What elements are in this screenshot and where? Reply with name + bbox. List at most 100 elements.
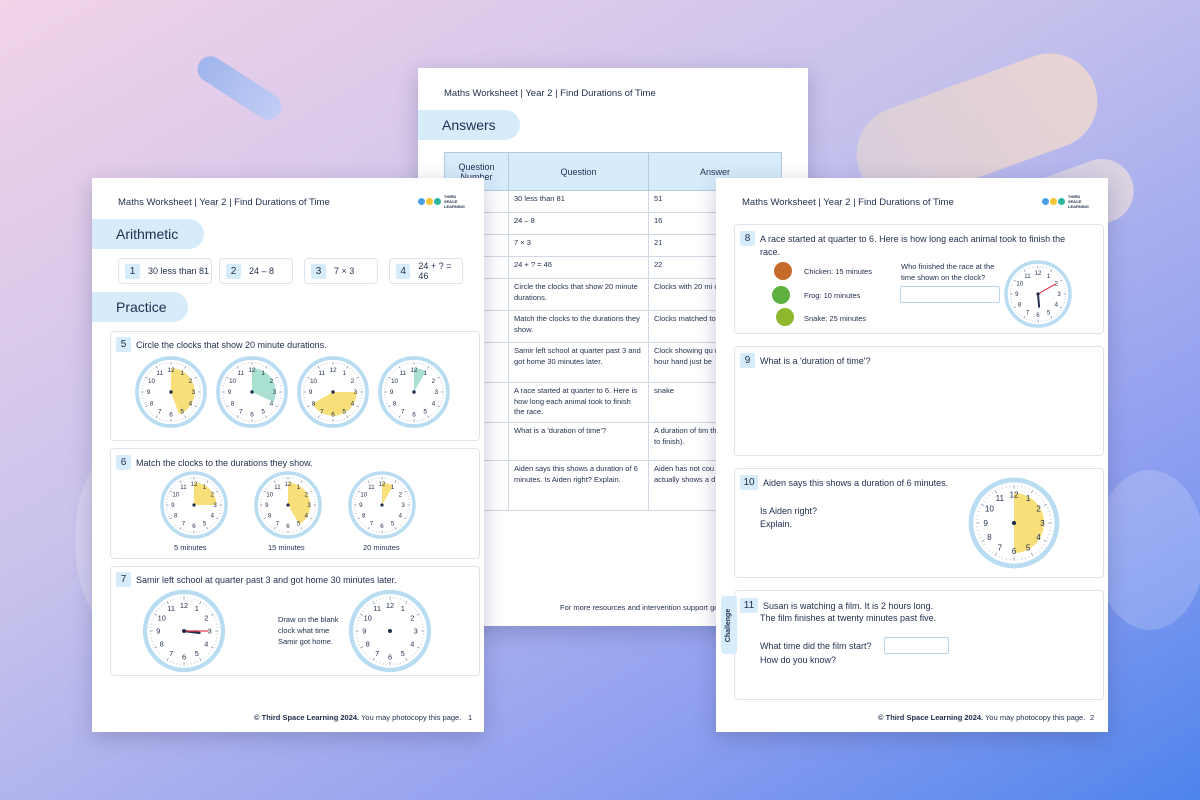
clock-number: 7 [998, 543, 1003, 552]
clock: 12 1234567891011 [378, 356, 450, 428]
clock-number: 3 [414, 627, 418, 636]
clock-number: 7 [239, 409, 243, 416]
clock: 12 1234567891011 [135, 356, 207, 428]
clock-number: 9 [362, 627, 366, 636]
sheet-header: Maths Worksheet | Year 2 | Find Duration… [444, 88, 656, 99]
table-cell: Match the clocks to the durations they s… [508, 310, 649, 343]
clock-number: 10 [360, 492, 367, 499]
clock-number: 4 [270, 400, 274, 407]
clock-centre [331, 390, 335, 394]
clock-number: 12 [410, 367, 418, 374]
clock-number: 4 [351, 400, 355, 407]
clock-number: 4 [1036, 533, 1041, 542]
clock-number: 3 [213, 502, 217, 509]
clock-number: 8 [231, 400, 235, 407]
clock-number: 10 [985, 505, 995, 514]
clock-centre [388, 629, 392, 633]
clock: 12 1234567891011 [160, 471, 228, 539]
clock-number: 2 [204, 614, 208, 623]
clock: 12 1234567891011 [1004, 260, 1072, 328]
clock-centre [286, 503, 290, 507]
clock-number: 5 [342, 409, 346, 416]
worksheet-page-2: Maths Worksheet | Year 2 | Find Duration… [716, 178, 1108, 732]
clock-centre [1011, 520, 1017, 526]
clock-number: 1 [342, 370, 346, 377]
clock-number: 1 [203, 484, 207, 491]
answers-title: Answers [418, 110, 520, 140]
clock-number: 11 [368, 484, 375, 491]
clock-number: 5 [180, 409, 184, 416]
clock-number: 7 [375, 649, 379, 658]
clock-number: 1 [1026, 494, 1031, 503]
clock-number: 2 [1036, 505, 1041, 514]
clock-number: 4 [204, 639, 208, 648]
clock-number: 10 [391, 378, 399, 385]
clock-centre [380, 503, 384, 507]
clock-number: 6 [331, 412, 335, 419]
clock-number: 5 [391, 520, 395, 527]
clock: 12 1234567891011 [348, 589, 432, 673]
clock-number: 6 [388, 652, 392, 661]
clock-number: 12 [191, 481, 198, 488]
clock-number: 1 [180, 370, 184, 377]
clock-number: 1 [391, 484, 395, 491]
clock-number: 2 [270, 378, 274, 385]
clock-number: 12 [379, 481, 386, 488]
clock-number: 2 [189, 378, 193, 385]
clock-number: 12 [180, 601, 188, 610]
clock-number: 11 [156, 370, 163, 377]
clock-number: 9 [309, 389, 313, 396]
column-header: Question [508, 152, 649, 191]
clock-number: 12 [248, 367, 256, 374]
clock-centre [1036, 292, 1040, 296]
clock-number: 5 [401, 649, 405, 658]
clock-number: 5 [1026, 543, 1031, 552]
clock-number: 5 [195, 649, 199, 658]
clock: 12 1234567891011 [216, 356, 288, 428]
clock-number: 4 [305, 513, 309, 520]
clock-number: 12 [285, 481, 292, 488]
clock-number: 3 [435, 389, 439, 396]
clock-number: 11 [274, 484, 281, 491]
clock-number: 2 [432, 378, 436, 385]
decorative-shape [192, 51, 287, 125]
clock-number: 10 [148, 378, 156, 385]
clock-number: 2 [351, 378, 355, 385]
clock-number: 2 [399, 492, 403, 499]
clock-number: 12 [167, 367, 175, 374]
clock-number: 8 [150, 400, 154, 407]
clock-number: 11 [167, 604, 175, 613]
clock-number: 5 [297, 520, 301, 527]
clock-number: 3 [1040, 519, 1045, 528]
clock-number: 12 [1035, 270, 1042, 277]
clock-number: 2 [305, 492, 309, 499]
clock-centre [169, 390, 173, 394]
clock-number: 10 [310, 378, 318, 385]
clock-number: 11 [318, 370, 325, 377]
clock-centre [182, 629, 186, 633]
clock-number: 12 [1009, 490, 1019, 499]
clock-number: 11 [996, 494, 1005, 503]
clock-number: 9 [390, 389, 394, 396]
clock-number: 1 [423, 370, 427, 377]
clock-number: 12 [329, 367, 337, 374]
clock-number: 1 [261, 370, 265, 377]
table-cell: Aiden says this shows a duration of 6 mi… [508, 460, 649, 511]
clock: 12 1234567891011 [968, 477, 1060, 569]
clock-number: 9 [228, 389, 232, 396]
clock-centre [192, 503, 196, 507]
clock-number: 6 [250, 412, 254, 419]
clock-number: 11 [399, 370, 406, 377]
clock-number: 11 [237, 370, 244, 377]
clock-number: 10 [229, 378, 237, 385]
table-cell: Circle the clocks that show 20 minute du… [508, 278, 649, 311]
clock-number: 10 [158, 614, 166, 623]
clock-number: 4 [399, 513, 403, 520]
table-cell: What is a 'duration of time'? [508, 422, 649, 461]
clock-number: 10 [172, 492, 179, 499]
clock-number: 11 [373, 604, 381, 613]
clock-number: 10 [266, 492, 273, 499]
clock-number: 7 [169, 649, 173, 658]
clock-number: 3 [192, 389, 196, 396]
worksheet-page-1: Maths Worksheet | Year 2 | Find Duration… [92, 178, 484, 732]
